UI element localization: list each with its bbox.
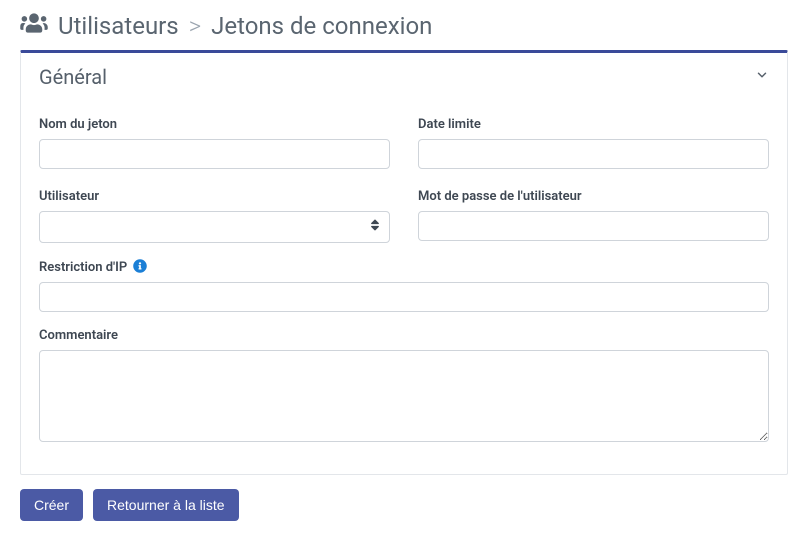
breadcrumb-section: Utilisateurs xyxy=(58,12,179,40)
comment-textarea[interactable] xyxy=(39,350,769,442)
ip-restrict-input[interactable] xyxy=(39,282,769,312)
create-button[interactable]: Créer xyxy=(20,489,83,521)
password-input[interactable] xyxy=(418,211,769,241)
chevron-down-icon xyxy=(755,68,769,86)
panel-body: Nom du jeton Date limite Utilisateur xyxy=(21,101,787,474)
button-bar: Créer Retourner à la liste xyxy=(0,489,808,541)
users-icon xyxy=(20,12,48,40)
ip-restrict-label: Restriction d'IP xyxy=(39,259,769,275)
comment-label: Commentaire xyxy=(39,328,769,343)
back-to-list-button[interactable]: Retourner à la liste xyxy=(93,489,239,521)
panel-general: Général Nom du jeton Date limite xyxy=(20,50,788,475)
deadline-label: Date limite xyxy=(418,117,769,132)
breadcrumb-subsection: Jetons de connexion xyxy=(211,12,432,40)
deadline-input[interactable] xyxy=(418,139,769,169)
token-name-label: Nom du jeton xyxy=(39,117,390,132)
password-label: Mot de passe de l'utilisateur xyxy=(418,189,769,204)
user-label: Utilisateur xyxy=(39,189,390,204)
breadcrumb-separator: > xyxy=(189,12,201,40)
token-name-input[interactable] xyxy=(39,139,390,169)
panel-header[interactable]: Général xyxy=(21,53,787,101)
info-icon[interactable] xyxy=(133,259,147,273)
panel-title: Général xyxy=(39,65,107,89)
page-title: Utilisateurs > Jetons de connexion xyxy=(0,0,808,50)
user-select[interactable] xyxy=(39,211,390,243)
